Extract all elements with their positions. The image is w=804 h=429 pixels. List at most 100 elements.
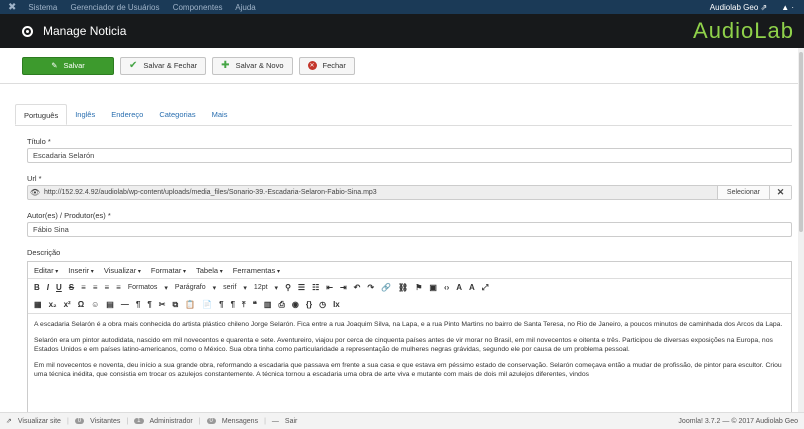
- paste-icon[interactable]: 📋: [185, 300, 195, 309]
- tab-portugues[interactable]: Português: [15, 104, 68, 125]
- align-right-icon[interactable]: ≡: [104, 283, 109, 292]
- editor-toolbar-1: B I U S ≡ ≡ ≡ ≡ Formatos ▾ Parágrafo ▾ ser…: [28, 279, 791, 296]
- ltr-icon[interactable]: ¶: [136, 300, 140, 309]
- font-dropdown[interactable]: serif: [223, 284, 236, 291]
- menu-sistema[interactable]: Sistema: [28, 3, 57, 12]
- menu-inserir[interactable]: Inserir: [68, 266, 94, 275]
- logout-link[interactable]: Sair: [285, 418, 297, 425]
- messages-link[interactable]: Mensagens: [222, 418, 258, 425]
- action-toolbar: ✎ Salvar ✔ Salvar & Fechar ✚ Salvar & Novo …: [0, 48, 804, 84]
- size-dropdown[interactable]: 12pt: [254, 284, 268, 291]
- clock-icon[interactable]: ◷: [319, 300, 326, 309]
- bold-icon[interactable]: B: [34, 283, 40, 292]
- subscript-icon[interactable]: x₂: [49, 300, 57, 309]
- text-color-icon[interactable]: A: [456, 283, 462, 292]
- paragraph-dropdown[interactable]: Parágrafo: [175, 284, 206, 291]
- show-blocks-icon[interactable]: ¶: [219, 300, 223, 309]
- top-right: Audiolab Geo ⇗ ▲ ·: [710, 3, 794, 12]
- eye-icon[interactable]: 👁: [28, 188, 42, 197]
- fullscreen-icon[interactable]: ⤢: [482, 283, 488, 293]
- save-new-button[interactable]: ✚ Salvar & Novo: [212, 56, 293, 75]
- upload-icon[interactable]: ⤒: [242, 300, 246, 310]
- paragraph-caret-icon: ▾: [212, 284, 217, 292]
- url-label: Url *: [27, 174, 42, 183]
- preview-icon[interactable]: ◉: [292, 300, 299, 309]
- editor-menubar: Editar Inserir Visualizar Formatar Tabel…: [28, 262, 791, 279]
- url-input[interactable]: http://152.92.4.92/audiolab/wp-content/u…: [42, 189, 717, 196]
- editor-body[interactable]: A escadaria Selarón é a obra mais conhec…: [28, 313, 791, 392]
- save-button[interactable]: ✎ Salvar: [22, 56, 114, 75]
- scrollbar-thumb[interactable]: [799, 52, 803, 232]
- print-icon[interactable]: ⎙: [278, 300, 284, 310]
- strikethrough-icon[interactable]: S: [69, 283, 74, 292]
- menu-tabela[interactable]: Tabela: [196, 266, 223, 275]
- align-left-icon[interactable]: ≡: [81, 283, 86, 292]
- rtl-icon[interactable]: ¶: [147, 300, 151, 309]
- tab-mais[interactable]: Mais: [204, 104, 236, 125]
- anchor-icon[interactable]: ⚑: [415, 283, 422, 292]
- menu-usuarios[interactable]: Gerenciador de Usuários: [71, 3, 160, 12]
- record-icon: [22, 25, 33, 37]
- hr-icon[interactable]: —: [121, 300, 129, 309]
- visitors-link[interactable]: Visitantes: [90, 418, 120, 425]
- clear-icon[interactable]: ✕: [769, 186, 791, 199]
- menu-formatar[interactable]: Formatar: [151, 266, 186, 275]
- menu-editar[interactable]: Editar: [34, 266, 58, 275]
- media-icon[interactable]: ▤: [106, 300, 114, 309]
- superscript-icon[interactable]: x²: [64, 300, 71, 309]
- tab-endereco[interactable]: Endereço: [103, 104, 151, 125]
- unlink-icon[interactable]: ⛓: [398, 283, 408, 292]
- select-button[interactable]: Selecionar: [716, 186, 769, 199]
- image-icon[interactable]: ▣: [429, 283, 437, 292]
- special-char-icon[interactable]: Ω: [78, 300, 84, 309]
- justify-icon[interactable]: ≡: [116, 283, 121, 292]
- template-icon[interactable]: ▥: [264, 300, 272, 309]
- undo-icon[interactable]: ↶: [354, 283, 361, 292]
- blockquote-icon[interactable]: ❝: [253, 300, 257, 309]
- formats-dropdown[interactable]: Formatos: [128, 284, 158, 291]
- user-menu-icon[interactable]: ▲ ·: [781, 3, 794, 12]
- tab-ingles[interactable]: Inglês: [67, 104, 103, 125]
- tab-categorias[interactable]: Categorias: [151, 104, 203, 125]
- source-code-icon[interactable]: {}: [306, 300, 312, 309]
- page-title: Manage Noticia: [43, 24, 127, 38]
- find-icon[interactable]: ⚲: [285, 283, 291, 292]
- align-center-icon[interactable]: ≡: [93, 283, 98, 292]
- clear-format-icon[interactable]: Ix: [333, 300, 340, 309]
- italic-icon[interactable]: I: [47, 283, 49, 292]
- code-icon[interactable]: ‹›: [444, 283, 449, 292]
- menu-ajuda[interactable]: Ajuda: [235, 3, 255, 12]
- numbered-list-icon[interactable]: ☷: [312, 283, 319, 292]
- outdent-icon[interactable]: ⇤: [326, 283, 333, 292]
- admin-link[interactable]: Administrador: [150, 418, 193, 425]
- bg-color-icon[interactable]: A: [469, 283, 475, 292]
- menu-ferramentas[interactable]: Ferramentas: [233, 266, 280, 275]
- table-icon[interactable]: ▦: [34, 300, 42, 309]
- logout-icon: —: [271, 417, 279, 425]
- bullet-list-icon[interactable]: ☰: [298, 283, 305, 292]
- copy-icon[interactable]: ⧉: [172, 300, 178, 310]
- language-tabs: Português Inglês Endereço Categorias Mai…: [15, 104, 792, 126]
- menu-componentes[interactable]: Componentes: [173, 3, 223, 12]
- pilcrow-icon[interactable]: ¶: [231, 300, 235, 309]
- titulo-input[interactable]: Escadaria Selarón: [27, 148, 792, 163]
- redo-icon[interactable]: ↷: [367, 283, 374, 292]
- indent-icon[interactable]: ⇥: [340, 283, 347, 292]
- page-scrollbar[interactable]: [798, 48, 804, 412]
- site-link[interactable]: Audiolab Geo ⇗: [710, 3, 767, 12]
- descricao-label: Descrição: [27, 248, 61, 257]
- menu-visualizar[interactable]: Visualizar: [104, 266, 141, 275]
- brand-logo: AudioLab: [693, 18, 794, 43]
- divider: |: [66, 417, 69, 425]
- emoticon-icon[interactable]: ☺: [91, 300, 99, 309]
- close-button[interactable]: ✕ Fechar: [298, 56, 355, 75]
- joomla-logo-icon[interactable]: ✖: [8, 2, 16, 13]
- autor-input[interactable]: Fábio Sina: [27, 222, 792, 237]
- underline-icon[interactable]: U: [56, 283, 62, 292]
- save-close-button[interactable]: ✔ Salvar & Fechar: [120, 56, 207, 75]
- url-field: 👁 http://152.92.4.92/audiolab/wp-content…: [27, 185, 792, 200]
- link-icon[interactable]: 🔗: [381, 283, 391, 292]
- paste-text-icon[interactable]: 📄: [202, 300, 212, 309]
- view-site-link[interactable]: Visualizar site: [18, 418, 61, 425]
- cut-icon[interactable]: ✂: [159, 300, 166, 309]
